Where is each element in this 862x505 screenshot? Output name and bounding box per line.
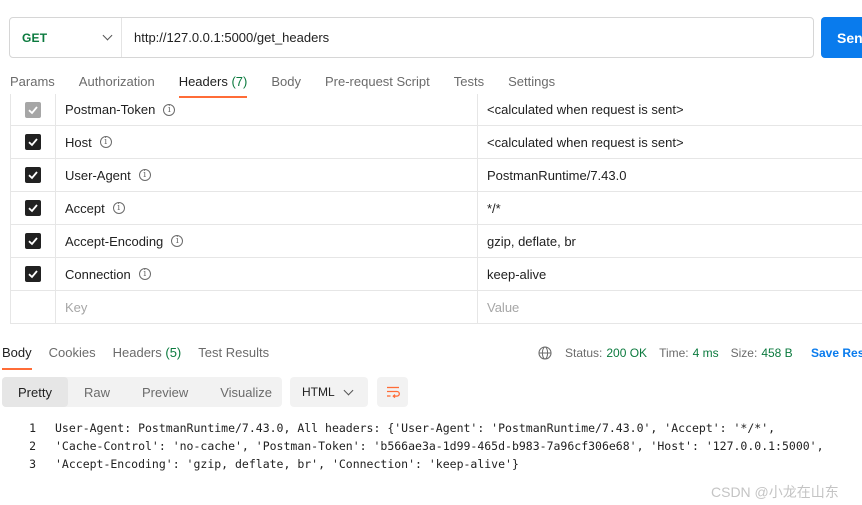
view-pretty-button[interactable]: Pretty (2, 377, 68, 407)
header-value[interactable]: <calculated when request is sent> (487, 135, 684, 150)
info-icon[interactable]: i (171, 235, 184, 247)
line-number: 2 (29, 439, 36, 453)
header-checkbox[interactable] (25, 233, 41, 249)
header-checkbox[interactable] (25, 266, 41, 282)
header-checkbox[interactable] (25, 200, 41, 216)
table-row: Accept-Encoding i gzip, deflate, br (11, 225, 862, 258)
info-icon[interactable]: i (138, 268, 151, 280)
header-checkbox[interactable] (25, 167, 41, 183)
globe-icon[interactable] (538, 346, 552, 360)
tab-label: Authorization (78, 74, 155, 89)
tab-label: Settings (508, 74, 556, 89)
chevron-down-icon (343, 385, 354, 395)
check-icon (28, 171, 38, 180)
check-icon (28, 105, 38, 114)
tab-test-results[interactable]: Test Results (198, 343, 269, 370)
header-key[interactable]: Accept (65, 201, 105, 216)
tab-response-body[interactable]: Body (2, 343, 32, 370)
table-row: Accept i */* (11, 192, 862, 225)
method-select[interactable]: GET (10, 18, 122, 57)
tab-label: Cookies (48, 345, 96, 360)
view-visualize-button[interactable]: Visualize (204, 377, 288, 407)
status-code[interactable]: 200 OK (606, 346, 647, 360)
code-line: 2 'Cache-Control': 'no-cache', 'Postman-… (0, 437, 824, 455)
new-value-input[interactable]: Value (487, 300, 519, 315)
header-key[interactable]: Connection (65, 267, 131, 282)
format-label: HTML (302, 385, 335, 399)
tab-label: Params (10, 74, 55, 89)
code-text: User-Agent: PostmanRuntime/7.43.0, All h… (55, 421, 776, 435)
time-value[interactable]: 4 ms (693, 346, 719, 360)
check-icon (28, 237, 38, 246)
header-value[interactable]: PostmanRuntime/7.43.0 (487, 168, 626, 183)
tab-response-headers[interactable]: Headers (5) (113, 343, 182, 370)
info-icon[interactable]: i (138, 169, 151, 181)
code-line: 1 User-Agent: PostmanRuntime/7.43.0, All… (0, 419, 824, 437)
header-key[interactable]: Postman-Token (65, 102, 155, 117)
tab-label: Headers (112, 345, 162, 360)
check-icon (28, 138, 38, 147)
table-row-new: Key Value (11, 291, 862, 324)
tab-count: (5) (165, 345, 182, 360)
code-line: 3 'Accept-Encoding': 'gzip, deflate, br'… (0, 455, 824, 473)
url-input[interactable]: http://127.0.0.1:5000/get_headers (122, 30, 329, 45)
tab-count: (7) (231, 74, 248, 89)
headers-table: Postman-Token i <calculated when request … (10, 94, 862, 324)
table-row: User-Agent i PostmanRuntime/7.43.0 (11, 159, 862, 192)
check-icon (28, 270, 38, 279)
wrap-icon (386, 386, 400, 399)
line-number: 1 (29, 421, 36, 435)
header-key[interactable]: Accept-Encoding (65, 234, 163, 249)
table-row: Host i <calculated when request is sent> (11, 126, 862, 159)
response-status: Status: 200 OK Time: 4 ms Size: 458 B (538, 343, 805, 363)
wrap-lines-button[interactable] (377, 377, 408, 407)
chevron-down-icon (102, 30, 113, 41)
header-checkbox[interactable] (25, 134, 41, 150)
url-bar: GET http://127.0.0.1:5000/get_headers (9, 17, 814, 58)
view-preview-button[interactable]: Preview (126, 377, 204, 407)
new-key-input[interactable]: Key (65, 300, 87, 315)
header-value[interactable]: keep-alive (487, 267, 546, 282)
save-response-button[interactable]: Save Res (811, 346, 862, 360)
code-text: 'Accept-Encoding': 'gzip, deflate, br', … (55, 457, 519, 471)
size-label: Size: (730, 346, 758, 360)
line-number: 3 (29, 457, 36, 471)
tab-label: Body (2, 345, 32, 360)
header-key[interactable]: Host (65, 135, 92, 150)
code-text: 'Cache-Control': 'no-cache', 'Postman-To… (55, 439, 824, 453)
view-raw-button[interactable]: Raw (68, 377, 126, 407)
send-button[interactable]: Send (821, 17, 862, 58)
response-toolbar: Pretty Raw Preview Visualize HTML (2, 377, 408, 407)
tab-label: Tests (453, 74, 485, 89)
response-tabs: Body Cookies Headers (5) Test Results (2, 343, 286, 370)
check-icon (28, 204, 38, 213)
tab-label: Headers (178, 74, 228, 89)
watermark: CSDN @小龙在山东 (711, 484, 839, 500)
tab-label: Pre-request Script (324, 74, 430, 89)
header-value[interactable]: */* (487, 201, 501, 216)
tab-cookies[interactable]: Cookies (49, 343, 96, 370)
response-body-code[interactable]: 1 User-Agent: PostmanRuntime/7.43.0, All… (0, 419, 824, 473)
header-checkbox[interactable] (25, 101, 41, 118)
header-value[interactable]: gzip, deflate, br (487, 234, 576, 249)
table-row: Postman-Token i <calculated when request … (11, 94, 862, 126)
method-label: GET (22, 30, 48, 45)
status-label: Status: (565, 346, 603, 360)
format-select[interactable]: HTML (290, 377, 368, 407)
view-mode-group: Pretty Raw Preview Visualize (2, 377, 282, 407)
tab-label: Test Results (198, 345, 270, 360)
time-label: Time: (659, 346, 689, 360)
header-key[interactable]: User-Agent (65, 168, 131, 183)
header-value[interactable]: <calculated when request is sent> (487, 102, 684, 117)
info-icon[interactable]: i (112, 202, 125, 214)
info-icon[interactable]: i (163, 103, 176, 116)
table-row: Connection i keep-alive (11, 258, 862, 291)
tab-label: Body (271, 74, 301, 89)
size-value[interactable]: 458 B (761, 346, 792, 360)
info-icon[interactable]: i (99, 136, 112, 148)
